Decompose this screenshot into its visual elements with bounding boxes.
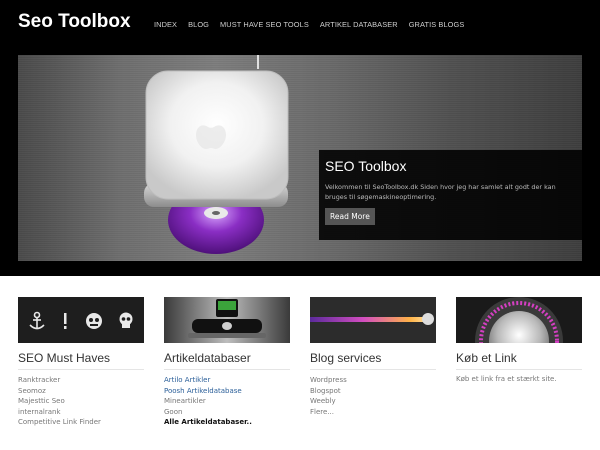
list-item[interactable]: Wordpress <box>310 375 436 386</box>
light-bar-image <box>310 313 434 325</box>
list-item[interactable]: Artilo Artikler <box>164 375 290 386</box>
list-item[interactable]: Majesttic Seo <box>18 396 144 407</box>
slider-caption: SEO Toolbox Velkommen til SeoToolbox.dk … <box>319 150 582 240</box>
dock-thumbnail[interactable] <box>164 297 290 343</box>
column-list: Artilo Artikler Poosh Artikeldatabase Mi… <box>164 375 290 428</box>
list-item[interactable]: Competitive Link Finder <box>18 417 144 428</box>
dock-image <box>188 299 266 338</box>
main-nav: INDEX BLOG MUST HAVE SEO TOOLS ARTIKEL D… <box>154 20 464 29</box>
slider-title: SEO Toolbox <box>325 158 407 174</box>
slider-text: Velkommen til SeoToolbox.dk Siden hvor j… <box>325 183 556 201</box>
list-item[interactable]: internalrank <box>18 407 144 418</box>
column-title: Køb et Link <box>456 351 582 370</box>
list-item[interactable]: Goon <box>164 407 290 418</box>
list-item[interactable]: Ranktracker <box>18 375 144 386</box>
list-item[interactable]: Blogspot <box>310 386 436 397</box>
nav-item-artikel-databaser[interactable]: ARTIKEL DATABASER <box>320 20 398 29</box>
column-blog-services: Blog services Wordpress Blogspot Weebly … <box>310 297 436 417</box>
column-seo-must-haves: SEO Must Haves Ranktracker Seomoz Majest… <box>18 297 144 428</box>
read-more-button[interactable]: Read More <box>325 208 375 225</box>
nav-item-must-have-seo-tools[interactable]: MUST HAVE SEO TOOLS <box>220 20 309 29</box>
column-text: Køb et link fra et stærkt site. <box>456 375 557 383</box>
nav-item-gratis-blogs[interactable]: GRATIS BLOGS <box>409 20 465 29</box>
list-item[interactable]: Mineartikler <box>164 396 290 407</box>
column-list: Wordpress Blogspot Weebly Flere... <box>310 375 436 417</box>
icons-thumbnail[interactable] <box>18 297 144 343</box>
column-kob-et-link: Køb et Link Køb et link fra et stærkt si… <box>456 297 582 383</box>
dial-image <box>475 297 563 343</box>
column-list: Ranktracker Seomoz Majesttic Seo interna… <box>18 375 144 428</box>
column-artikeldatabaser: Artikeldatabaser Artilo Artikler Poosh A… <box>164 297 290 428</box>
light-bar-thumbnail[interactable] <box>310 297 436 343</box>
nav-item-index[interactable]: INDEX <box>154 20 177 29</box>
list-item[interactable]: Flere... <box>310 407 436 418</box>
device-disc-illustration <box>144 55 289 254</box>
tool-icons <box>29 311 133 330</box>
column-title: Blog services <box>310 351 436 370</box>
list-item[interactable]: Poosh Artikeldatabase <box>164 386 290 397</box>
nav-item-blog[interactable]: BLOG <box>188 20 209 29</box>
site-logo[interactable]: Seo Toolbox <box>18 11 131 33</box>
column-title: SEO Must Haves <box>18 351 144 370</box>
hero-slider: SEO Toolbox Velkommen til SeoToolbox.dk … <box>18 55 582 261</box>
dial-thumbnail[interactable] <box>456 297 582 343</box>
list-item[interactable]: Alle Artikeldatabaser.. <box>164 417 290 428</box>
list-item[interactable]: Weebly <box>310 396 436 407</box>
list-item[interactable]: Seomoz <box>18 386 144 397</box>
column-title: Artikeldatabaser <box>164 351 290 370</box>
site-header: Seo Toolbox INDEX BLOG MUST HAVE SEO TOO… <box>0 0 600 276</box>
